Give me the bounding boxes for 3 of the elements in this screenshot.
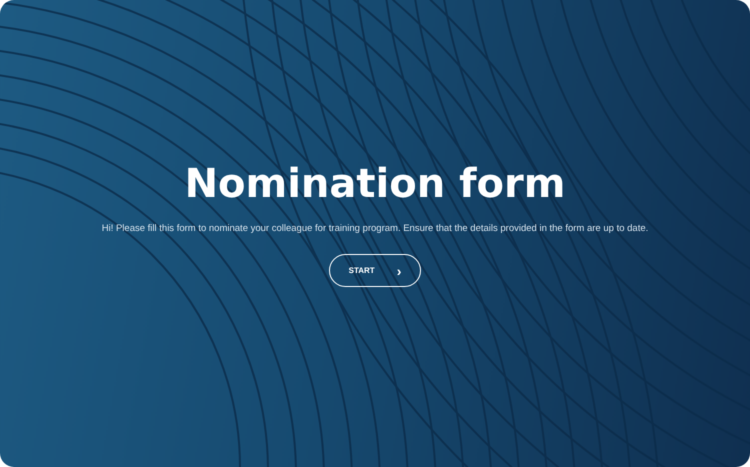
form-title: Nomination form xyxy=(184,162,566,206)
start-button[interactable]: START › xyxy=(329,254,421,288)
form-description: Hi! Please fill this form to nominate your colleague for training program. Ensure that the details provided in the form are up to date. xyxy=(100,222,650,236)
